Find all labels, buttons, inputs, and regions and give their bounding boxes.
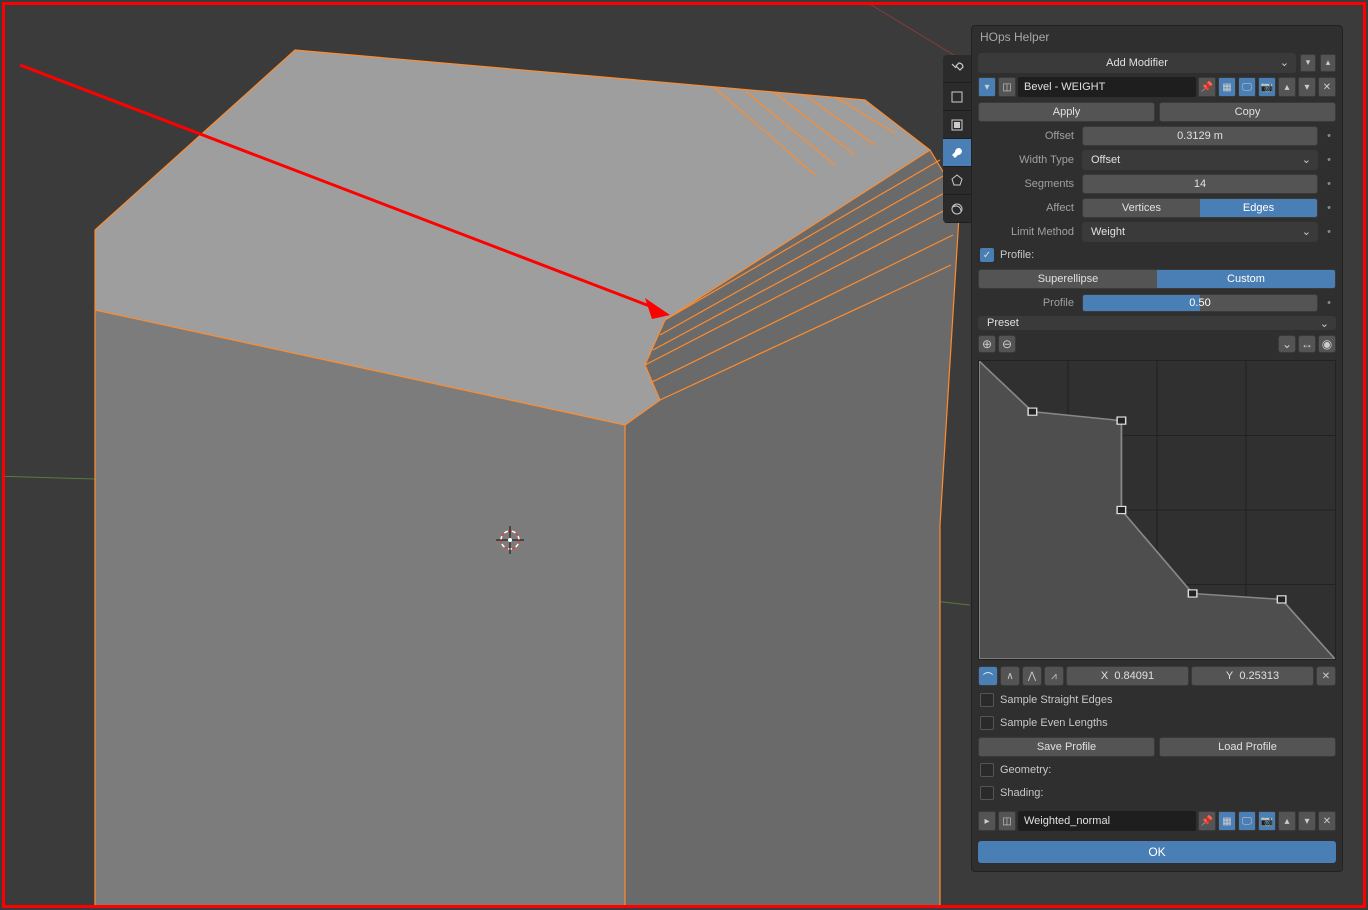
handle-align[interactable]: ⋀ bbox=[1022, 666, 1042, 686]
wn-down-icon[interactable]: ▾ bbox=[1298, 811, 1316, 831]
wn-delete-icon[interactable]: ✕ bbox=[1318, 811, 1336, 831]
shading-label: Shading: bbox=[1000, 787, 1043, 799]
wn-up-icon[interactable]: ▴ bbox=[1278, 811, 1296, 831]
profile-chk-label: Profile: bbox=[1000, 249, 1034, 261]
zoom-out-icon[interactable]: ⊖ bbox=[998, 335, 1016, 353]
handle-vector[interactable]: ∧ bbox=[1000, 666, 1020, 686]
zoom-in-icon[interactable]: ⊕ bbox=[978, 335, 996, 353]
dot-icon[interactable]: ◉ bbox=[1318, 335, 1336, 353]
affect-vertices[interactable]: Vertices bbox=[1083, 199, 1200, 217]
profile-slider[interactable]: 0.50 bbox=[1082, 294, 1318, 312]
affect-edges[interactable]: Edges bbox=[1200, 199, 1317, 217]
bevel-icon: ◫ bbox=[998, 77, 1016, 97]
mod-move-down[interactable]: ▾ bbox=[1300, 54, 1316, 72]
widthtype-field[interactable]: Offset bbox=[1082, 150, 1318, 170]
ok-button[interactable]: OK bbox=[978, 841, 1336, 863]
keyframe-dot[interactable]: • bbox=[1322, 130, 1336, 142]
wn-icon: ◫ bbox=[998, 811, 1016, 831]
tab-modifiers[interactable] bbox=[943, 139, 971, 167]
wn-render-icon[interactable]: 📷 bbox=[1258, 811, 1276, 831]
affect-toggle: Vertices Edges bbox=[1082, 198, 1318, 218]
profile-superellipse[interactable]: Superellipse bbox=[979, 270, 1157, 288]
modifier-name[interactable]: Bevel - WEIGHT bbox=[1018, 77, 1196, 97]
modifier-header-bevel: ▾ ◫ Bevel - WEIGHT 📌 ▦ 🖵 📷 ▴ ▾ ✕ bbox=[978, 76, 1336, 98]
tab-view[interactable] bbox=[943, 111, 971, 139]
move-down-icon[interactable]: ▾ bbox=[1298, 77, 1316, 97]
handle-auto[interactable]: ⌒ bbox=[978, 666, 998, 686]
tab-material[interactable] bbox=[943, 195, 971, 223]
mesh-object[interactable] bbox=[95, 50, 960, 905]
wn-name[interactable]: Weighted_normal bbox=[1018, 811, 1196, 831]
wn-realtime-icon[interactable]: 🖵 bbox=[1238, 811, 1256, 831]
shading-checkbox[interactable] bbox=[980, 786, 994, 800]
wn-edit-icon[interactable]: ▦ bbox=[1218, 811, 1236, 831]
save-profile-button[interactable]: Save Profile bbox=[978, 737, 1155, 757]
tab-tool[interactable] bbox=[943, 55, 971, 83]
render-icon[interactable]: 📷 bbox=[1258, 77, 1276, 97]
profile-type-toggle: Superellipse Custom bbox=[978, 269, 1336, 289]
wn-pin-icon[interactable]: 📌 bbox=[1198, 811, 1216, 831]
handle-free[interactable]: ⩘ bbox=[1044, 666, 1064, 686]
pin-icon[interactable]: 📌 bbox=[1198, 77, 1216, 97]
curve-x-field[interactable]: X 0.84091 bbox=[1066, 666, 1189, 686]
sample-straight-label: Sample Straight Edges bbox=[1000, 694, 1113, 706]
segments-field[interactable]: 14 bbox=[1082, 174, 1318, 194]
offset-label: Offset bbox=[978, 130, 1078, 142]
load-profile-button[interactable]: Load Profile bbox=[1159, 737, 1336, 757]
delete-point[interactable]: ✕ bbox=[1316, 666, 1336, 686]
widthtype-label: Width Type bbox=[978, 154, 1078, 166]
limit-label: Limit Method bbox=[978, 226, 1078, 238]
realtime-icon[interactable]: 🖵 bbox=[1238, 77, 1256, 97]
copy-button[interactable]: Copy bbox=[1159, 102, 1336, 122]
offset-field[interactable]: 0.3129 m bbox=[1082, 126, 1318, 146]
apply-button[interactable]: Apply bbox=[978, 102, 1155, 122]
mod-move-up[interactable]: ▴ bbox=[1320, 54, 1336, 72]
tab-vertex[interactable] bbox=[943, 167, 971, 195]
geometry-label: Geometry: bbox=[1000, 764, 1051, 776]
segments-label: Segments bbox=[978, 178, 1078, 190]
properties-tabs bbox=[943, 55, 971, 223]
affect-label: Affect bbox=[978, 202, 1078, 214]
preset-dropdown[interactable]: Preset bbox=[978, 316, 1336, 330]
modifier-header-wn: ▸ ◫ Weighted_normal 📌 ▦ 🖵 📷 ▴ ▾ ✕ bbox=[978, 810, 1336, 832]
3d-viewport[interactable] bbox=[5, 5, 970, 905]
profile-curve-editor[interactable] bbox=[978, 360, 1336, 660]
profile-custom[interactable]: Custom bbox=[1157, 270, 1335, 288]
hops-helper-panel: HOps Helper Add Modifier ▾ ▴ ▾ ◫ Bevel -… bbox=[971, 25, 1343, 872]
panel-title: HOps Helper bbox=[972, 26, 1342, 48]
profile-checkbox[interactable]: ✓ bbox=[980, 248, 994, 262]
sample-straight-checkbox[interactable] bbox=[980, 693, 994, 707]
clip-icon[interactable]: ↔ bbox=[1298, 335, 1316, 353]
tab-render[interactable] bbox=[943, 83, 971, 111]
delete-icon[interactable]: ✕ bbox=[1318, 77, 1336, 97]
add-modifier-dropdown[interactable]: Add Modifier bbox=[978, 53, 1296, 73]
tools-icon[interactable]: ⌄ bbox=[1278, 335, 1296, 353]
expand-icon[interactable]: ▾ bbox=[978, 77, 996, 97]
geometry-checkbox[interactable] bbox=[980, 763, 994, 777]
sample-even-label: Sample Even Lengths bbox=[1000, 717, 1108, 729]
profile-label: Profile bbox=[978, 297, 1078, 309]
move-up-icon[interactable]: ▴ bbox=[1278, 77, 1296, 97]
limit-field[interactable]: Weight bbox=[1082, 222, 1318, 242]
wn-expand-icon[interactable]: ▸ bbox=[978, 811, 996, 831]
edit-mode-icon[interactable]: ▦ bbox=[1218, 77, 1236, 97]
sample-even-checkbox[interactable] bbox=[980, 716, 994, 730]
curve-y-field[interactable]: Y 0.25313 bbox=[1191, 666, 1314, 686]
